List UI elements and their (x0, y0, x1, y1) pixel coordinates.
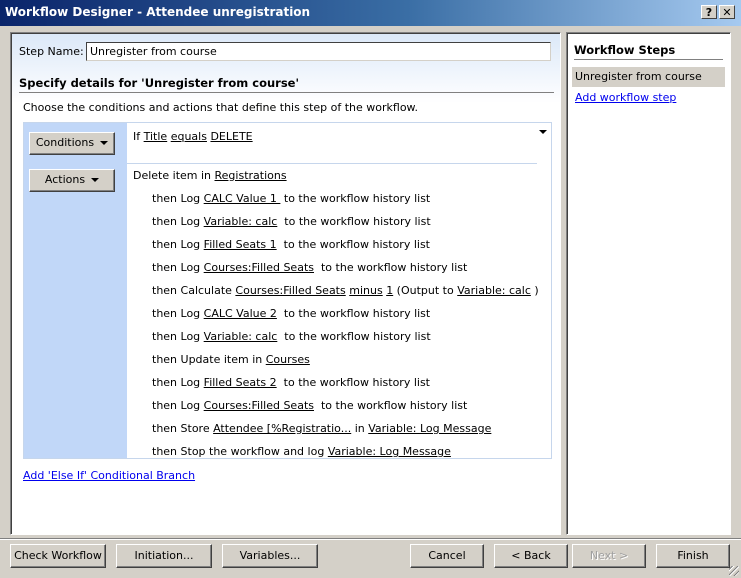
action-text: to the workflow history list (276, 238, 430, 251)
check-workflow-button[interactable]: Check Workflow (10, 544, 106, 568)
actions-label: Actions (44, 173, 86, 186)
action-parameter-link[interactable]: Registrations (215, 169, 287, 182)
action-parameter-link[interactable]: Variable: Log Message (328, 445, 451, 458)
action-parameter-link[interactable]: CALC Value 1 (204, 192, 281, 205)
action-text: to the workflow history list (277, 330, 431, 343)
dropdown-arrow-icon (100, 141, 109, 145)
action-text: then Log (152, 215, 204, 228)
action-line: then Log Courses:Filled Seats to the wor… (133, 261, 539, 284)
action-line: then Log Variable: calc to the workflow … (133, 215, 539, 238)
condition-value-link[interactable]: DELETE (210, 130, 252, 143)
condition-prefix: If (133, 130, 141, 143)
action-parameter-link[interactable]: Variable: calc (457, 284, 531, 297)
rule-sidebar: Conditions Actions (24, 123, 127, 458)
finish-button[interactable]: Finish (656, 544, 730, 568)
action-text: to the workflow history list (314, 261, 468, 274)
cancel-button[interactable]: Cancel (410, 544, 484, 568)
action-parameter-link[interactable]: Courses:Filled Seats (235, 284, 345, 297)
action-parameter-link[interactable]: Filled Seats 2 (204, 376, 277, 389)
step-name-input[interactable] (86, 42, 551, 61)
action-line: then Log CALC Value 2 to the workflow hi… (133, 307, 539, 330)
action-text: to the workflow history list (276, 307, 431, 320)
details-title: Specify details for 'Unregister from cou… (19, 76, 299, 90)
divider (127, 163, 537, 164)
action-text: (Output to (393, 284, 458, 297)
divider (19, 92, 554, 93)
action-text: then Log (152, 399, 204, 412)
action-text: then Log (152, 376, 204, 389)
action-text: then Update item in (152, 353, 266, 366)
action-parameter-link[interactable]: Variable: calc (204, 330, 278, 343)
action-parameter-link[interactable]: Variable: calc (204, 215, 278, 228)
action-text: in (351, 422, 369, 435)
conditions-label: Conditions (35, 136, 95, 149)
action-text: then Log (152, 238, 204, 251)
action-line: then Log Variable: calc to the workflow … (133, 330, 539, 353)
action-line: then Log Courses:Filled Seats to the wor… (133, 399, 539, 422)
workflow-steps-title: Workflow Steps (574, 43, 676, 57)
condition-menu-arrow-icon[interactable] (539, 130, 547, 134)
variables-button[interactable]: Variables... (222, 544, 318, 568)
conditions-button[interactable]: Conditions (29, 132, 115, 155)
action-line: then Calculate Courses:Filled Seats minu… (133, 284, 539, 307)
action-line: Delete item in Registrations (133, 169, 539, 192)
actions-button[interactable]: Actions (29, 169, 115, 192)
rule-editor: Conditions Actions If Title equals DELET… (23, 122, 552, 459)
close-button[interactable]: ✕ (719, 5, 735, 19)
action-text: to the workflow history list (280, 192, 431, 205)
action-parameter-link[interactable]: Filled Seats 1 (204, 238, 277, 251)
add-workflow-step-link[interactable]: Add workflow step (575, 91, 676, 104)
action-text: to the workflow history list (277, 215, 431, 228)
action-text: then Log (152, 330, 204, 343)
divider (574, 59, 723, 60)
workflow-step-item[interactable]: Unregister from course (572, 67, 725, 87)
step-name-label: Step Name: (19, 45, 84, 58)
action-line: then Log Filled Seats 2 to the workflow … (133, 376, 539, 399)
action-parameter-link[interactable]: minus (349, 284, 382, 297)
help-button[interactable]: ? (701, 5, 717, 19)
condition-operator-link[interactable]: equals (171, 130, 207, 143)
action-parameter-link[interactable]: Courses (266, 353, 310, 366)
action-line: then Stop the workflow and log Variable:… (133, 445, 539, 468)
title-bar: Workflow Designer - Attendee unregistrat… (0, 0, 741, 26)
action-text: then Calculate (152, 284, 236, 297)
window-title: Workflow Designer - Attendee unregistrat… (5, 5, 311, 19)
step-editor-panel: Step Name: Specify details for 'Unregist… (10, 32, 561, 535)
dropdown-arrow-icon (91, 178, 100, 182)
action-text: then Log (152, 192, 204, 205)
action-text: to the workflow history list (276, 376, 430, 389)
workflow-steps-panel: Workflow Steps Unregister from course Ad… (566, 32, 731, 535)
condition-field-link[interactable]: Title (144, 130, 168, 143)
action-line: then Store Attendee [%Registratio... in … (133, 422, 539, 445)
action-text: to the workflow history list (314, 399, 468, 412)
action-text: then Log (152, 261, 204, 274)
action-line: then Log CALC Value 1 to the workflow hi… (133, 192, 539, 215)
next-button[interactable]: Next > (572, 544, 646, 568)
close-icon: ✕ (722, 6, 732, 19)
actions-list: Delete item in Registrations then Log CAL… (133, 169, 539, 468)
action-line: then Update item in Courses (133, 353, 539, 376)
action-text: Delete item in (133, 169, 215, 182)
resize-grip-icon[interactable] (729, 566, 739, 576)
action-text: then Stop the workflow and log (152, 445, 328, 458)
condition-line: If Title equals DELETE (133, 130, 253, 143)
action-parameter-link[interactable]: Variable: Log Message (368, 422, 491, 435)
details-description: Choose the conditions and actions that d… (23, 101, 419, 114)
action-parameter-link[interactable]: CALC Value 2 (204, 307, 277, 320)
action-text: ) (530, 284, 539, 297)
action-parameter-link[interactable]: Attendee [%Registratio... (213, 422, 351, 435)
action-text: then Log (152, 307, 204, 320)
action-text: then Store (152, 422, 214, 435)
action-line: then Log Filled Seats 1 to the workflow … (133, 238, 539, 261)
back-button[interactable]: < Back (494, 544, 568, 568)
action-parameter-link[interactable]: Courses:Filled Seats (204, 399, 314, 412)
action-parameter-link[interactable]: Courses:Filled Seats (204, 261, 314, 274)
initiation-button[interactable]: Initiation... (116, 544, 212, 568)
divider (0, 538, 741, 540)
add-else-if-branch-link[interactable]: Add 'Else If' Conditional Branch (23, 469, 195, 482)
